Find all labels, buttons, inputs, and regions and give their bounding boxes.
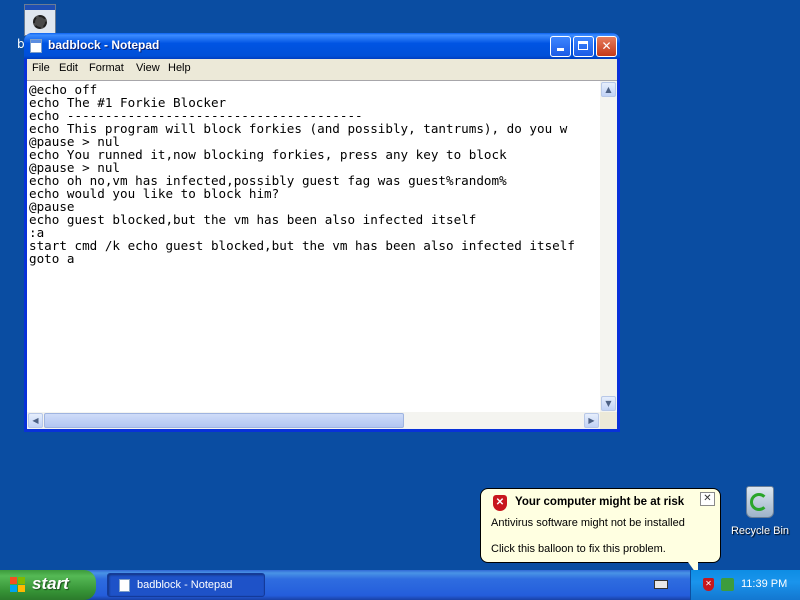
editor-text[interactable]: @echo off echo The #1 Forkie Blocker echo … xyxy=(29,83,595,410)
menu-bar: File Edit Format View Help xyxy=(27,59,617,79)
flag-green-quadrant xyxy=(18,577,25,584)
security-balloon[interactable]: ✕ Your computer might be at risk ✕ Antiv… xyxy=(480,488,721,563)
recycle-bin-label: Recycle Bin xyxy=(730,525,790,537)
maximize-button[interactable] xyxy=(573,36,594,57)
flag-blue-quadrant xyxy=(10,585,17,592)
flag-yellow-quadrant xyxy=(18,585,25,592)
desktop-app-icon[interactable] xyxy=(24,4,56,36)
minimize-button[interactable] xyxy=(550,36,571,57)
security-shield-icon: ✕ xyxy=(493,495,507,511)
system-tray: ✕ 11:39 PM xyxy=(690,570,800,600)
menu-edit[interactable]: Edit xyxy=(59,62,78,74)
scrollbar-corner xyxy=(600,412,617,429)
start-button[interactable]: start xyxy=(0,570,96,600)
gear-icon xyxy=(33,15,47,29)
maximize-icon xyxy=(578,41,588,50)
text-editor[interactable]: @echo off echo The #1 Forkie Blocker echo … xyxy=(27,80,617,429)
security-alert-icon[interactable]: ✕ xyxy=(703,578,714,591)
windows-flag-icon xyxy=(10,577,26,593)
balloon-close-button[interactable]: ✕ xyxy=(700,492,715,506)
network-icon[interactable] xyxy=(721,578,734,591)
text-line: goto a xyxy=(29,251,75,266)
horizontal-scrollbar[interactable]: ◀ ▶ xyxy=(27,412,600,429)
scroll-down-button[interactable]: ▼ xyxy=(601,396,616,411)
menu-help[interactable]: Help xyxy=(168,62,191,74)
app-icon-titlebar xyxy=(25,5,55,10)
flag-red-quadrant xyxy=(10,577,17,584)
text-line: echo guest blocked,but the vm has been a… xyxy=(29,212,477,227)
window-titlebar[interactable]: badblock - Notepad ✕ xyxy=(24,33,620,59)
balloon-action-text: Click this balloon to fix this problem. xyxy=(491,543,666,555)
notepad-icon xyxy=(119,579,130,592)
recycle-symbol-icon xyxy=(750,493,768,511)
window-client: File Edit Format View Help @echo off echo… xyxy=(27,59,617,429)
menu-view[interactable]: View xyxy=(136,62,160,74)
horizontal-scroll-thumb[interactable] xyxy=(44,413,404,428)
text-line: start cmd /k echo guest blocked,but the … xyxy=(29,238,575,253)
keyboard-icon[interactable] xyxy=(654,580,668,589)
scroll-up-button[interactable]: ▲ xyxy=(601,82,616,97)
taskbar: start badblock - Notepad ✕ 11:39 PM xyxy=(0,570,800,600)
taskbar-item-notepad[interactable]: badblock - Notepad xyxy=(107,573,265,597)
recycle-bin[interactable]: Recycle Bin xyxy=(730,486,790,537)
recycle-bin-icon xyxy=(746,486,774,518)
notepad-window: badblock - Notepad ✕ File Edit Format Vi… xyxy=(24,33,620,432)
vertical-scrollbar[interactable]: ▲ ▼ xyxy=(600,81,617,412)
balloon-title: Your computer might be at risk xyxy=(515,496,685,508)
window-title: badblock - Notepad xyxy=(48,38,160,52)
taskbar-item-label: badblock - Notepad xyxy=(137,579,233,591)
start-label: start xyxy=(32,574,69,593)
menu-format[interactable]: Format xyxy=(89,62,124,74)
notepad-icon[interactable] xyxy=(30,39,42,53)
menu-file[interactable]: File xyxy=(32,62,50,74)
scroll-left-button[interactable]: ◀ xyxy=(28,413,43,428)
clock[interactable]: 11:39 PM xyxy=(741,578,787,590)
text-line: echo would you like to block him? xyxy=(29,186,280,201)
close-icon: ✕ xyxy=(601,39,612,53)
minimize-icon xyxy=(557,48,564,51)
balloon-message: Antivirus software might not be installe… xyxy=(491,517,685,529)
close-button[interactable]: ✕ xyxy=(596,36,617,57)
scroll-right-button[interactable]: ▶ xyxy=(584,413,599,428)
